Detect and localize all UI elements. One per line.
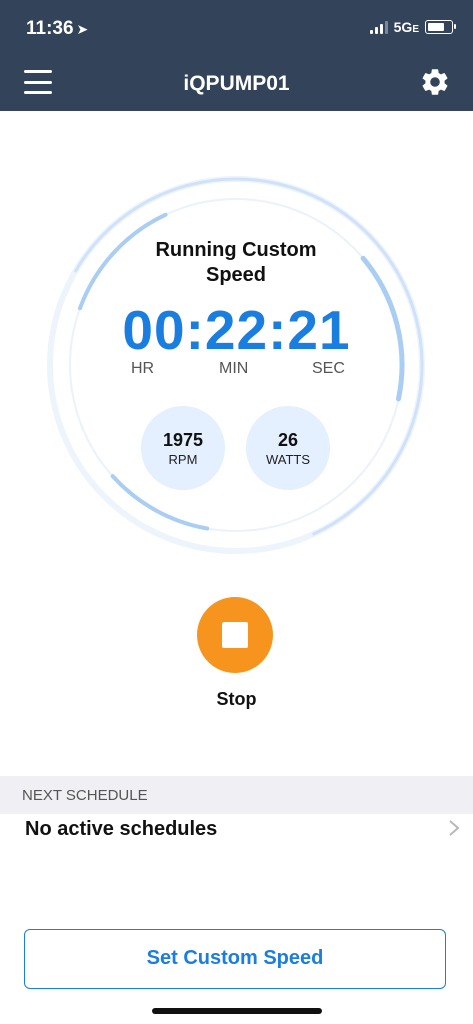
chevron-right-icon bbox=[449, 820, 460, 836]
stop-label: Stop bbox=[216, 689, 257, 709]
schedule-text: No active schedules bbox=[25, 818, 218, 840]
rpm-indicator: 1975 RPM bbox=[141, 406, 225, 490]
rpm-value: 1975 bbox=[162, 430, 204, 450]
hours-label: HR bbox=[131, 360, 155, 377]
seconds-label: SEC bbox=[312, 360, 345, 377]
watts-indicator: 26 WATTS bbox=[246, 406, 330, 490]
next-schedule-header: NEXT SCHEDULE bbox=[0, 776, 473, 814]
app-header: 11:36 ➤ 5GE iQPUMP01 bbox=[0, 0, 473, 111]
cellular-signal-icon bbox=[369, 20, 388, 34]
network-type: 5GE bbox=[393, 19, 419, 35]
set-custom-speed-button[interactable]: Set Custom Speed bbox=[24, 929, 446, 989]
gear-icon[interactable] bbox=[419, 66, 451, 98]
next-schedule-row[interactable]: No active schedules bbox=[0, 814, 473, 848]
run-timer: 00:22:21 bbox=[122, 299, 351, 361]
status-time: 11:36 ➤ bbox=[26, 18, 89, 39]
page-title: iQPUMP01 bbox=[183, 72, 290, 95]
status-indicators: 5GE bbox=[369, 19, 456, 35]
battery-icon bbox=[425, 20, 456, 34]
stop-icon bbox=[222, 622, 248, 648]
home-indicator bbox=[152, 1008, 322, 1014]
minutes-label: MIN bbox=[219, 360, 249, 377]
location-arrow-icon: ➤ bbox=[76, 21, 89, 37]
pump-status: Running Custom Speed bbox=[155, 239, 317, 286]
watts-value: 26 bbox=[277, 430, 299, 450]
rpm-label: RPM bbox=[168, 452, 198, 467]
watts-label: WATTS bbox=[265, 452, 311, 467]
stop-button[interactable] bbox=[197, 597, 273, 673]
section-title: NEXT SCHEDULE bbox=[22, 787, 148, 804]
